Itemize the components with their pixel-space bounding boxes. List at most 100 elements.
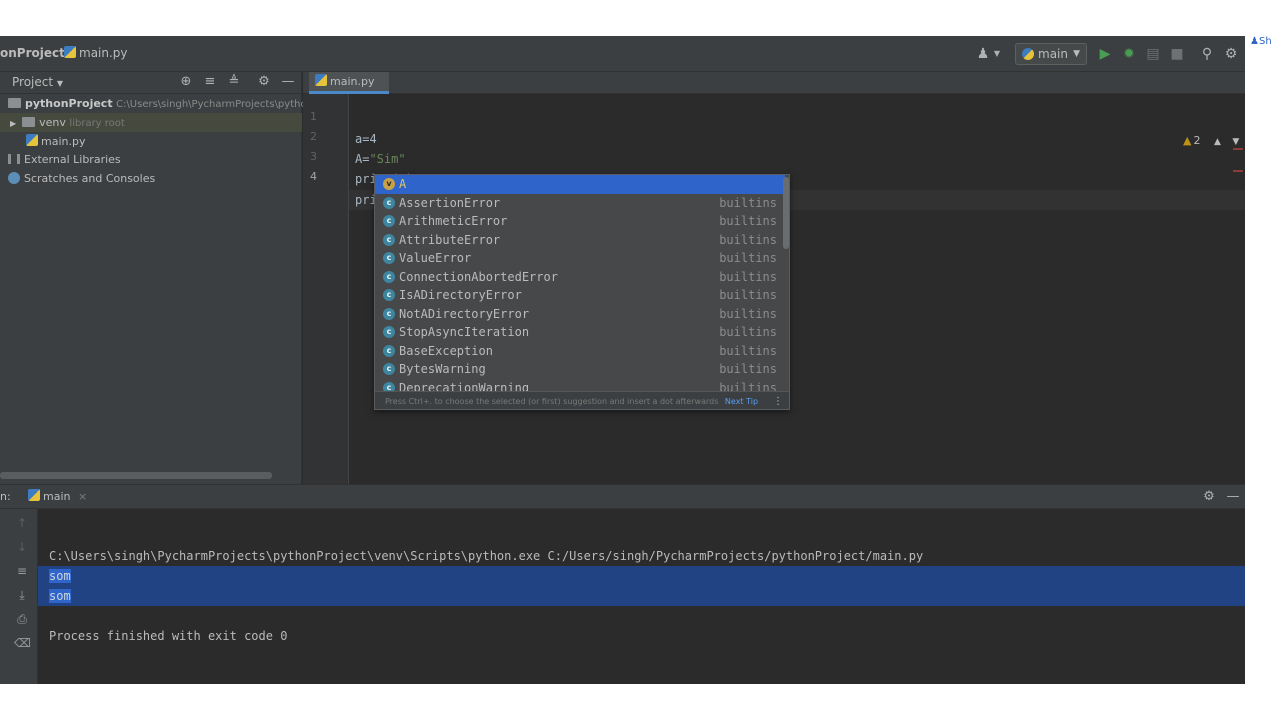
completion-item[interactable]: c ArithmeticError builtins (375, 212, 785, 231)
breadcrumb-project[interactable]: onProject (0, 46, 65, 60)
hide-panel-icon[interactable]: — (280, 74, 296, 90)
completion-scrollbar[interactable] (783, 177, 789, 249)
tree-item-path: C:\Users\singh\PycharmProjects\pythonP (116, 99, 319, 110)
soft-wrap-icon[interactable]: ≡ (14, 563, 30, 579)
run-configuration-select[interactable]: main ▼ (1015, 43, 1087, 65)
tab-label: main.py (330, 75, 375, 88)
output-text: som (49, 589, 71, 603)
completion-item-name: IsADirectoryError (399, 288, 522, 302)
completion-item[interactable]: c BytesWarning builtins (375, 360, 785, 379)
completion-item-name: ArithmeticError (399, 214, 508, 228)
share-label: Sh (1258, 36, 1272, 47)
close-icon[interactable]: × (78, 490, 87, 503)
class-icon: c (383, 233, 395, 246)
more-options-icon[interactable]: ⋮ (773, 392, 783, 409)
code-completion-popup: v Ac AssertionError builtins c ArithmeticErro… (374, 174, 790, 410)
completion-item[interactable]: c NotADirectoryError builtins (375, 305, 785, 324)
completion-item[interactable]: c ValueError builtins (375, 249, 785, 268)
expand-all-icon[interactable]: ≡ (202, 74, 218, 90)
python-file-icon (28, 489, 40, 501)
folder-icon (22, 117, 36, 127)
tree-item-main-py[interactable]: main.py (0, 132, 302, 151)
run-configuration-label: main (1038, 47, 1068, 61)
completion-item[interactable]: vA (375, 175, 785, 194)
completion-item[interactable]: c BaseException builtins (375, 342, 785, 361)
output-line[interactable]: som (49, 568, 71, 584)
editor-tab-bar: main.py (303, 72, 1245, 94)
settings-gear-icon[interactable]: ⚙ (1222, 45, 1240, 63)
locate-icon[interactable]: ⊕ (178, 74, 194, 90)
coverage-icon[interactable]: ▤ (1144, 45, 1162, 63)
hide-run-panel-icon[interactable]: — (1225, 489, 1241, 505)
run-command-line[interactable]: C:\Users\singh\PycharmProjects\pythonPro… (49, 548, 923, 564)
run-toolbar: ↑ ↓ ≡ ⤓ ⎙ ⌫ (0, 509, 38, 684)
code-line-2[interactable]: A="Sim" (355, 151, 406, 167)
line-number: 3 (310, 150, 317, 163)
user-chevron-down-icon[interactable]: ▼ (988, 45, 1006, 63)
completion-hint: Press Ctrl+. to choose the selected (or … (385, 397, 719, 406)
share-button[interactable]: ♟Sh (1250, 36, 1272, 47)
completion-item-name: A (399, 177, 407, 191)
scroll-to-end-icon[interactable]: ⤓ (14, 587, 30, 603)
code-text: a=4 (355, 132, 377, 146)
previous-highlight-icon[interactable]: ▲ (1214, 137, 1221, 147)
run-settings-gear-icon[interactable]: ⚙ (1201, 489, 1217, 505)
tree-item-external-libraries[interactable]: External Libraries (0, 150, 302, 169)
run-icon[interactable]: ▶ (1096, 45, 1114, 63)
navigation-bar: onProject main.py ♟ ▼ main ▼ ▶ ✹ ▤ ■ ⚲ ⚙ (0, 36, 1245, 72)
completion-item[interactable]: c IsADirectoryError builtins (375, 286, 785, 305)
next-tip-link[interactable]: Next Tip (725, 397, 758, 406)
stop-icon[interactable]: ■ (1168, 45, 1186, 63)
error-stripe-mark[interactable] (1233, 170, 1243, 172)
tree-item-venv[interactable]: ▶ venv library root (0, 113, 302, 132)
completion-item[interactable]: c StopAsyncIteration builtins (375, 323, 785, 342)
error-stripe-mark[interactable] (1233, 148, 1243, 150)
completion-item-name: NotADirectoryError (399, 306, 530, 321)
chevron-down-icon: ▼ (56, 79, 64, 88)
down-arrow-icon[interactable]: ↓ (14, 539, 30, 555)
tree-item-label: Scratches and Consoles (24, 172, 156, 185)
python-file-icon (64, 46, 76, 58)
code-line-1[interactable]: a=4 (355, 131, 377, 147)
variable-icon: v (383, 178, 395, 190)
class-icon: c (383, 307, 395, 320)
breadcrumb-file[interactable]: main.py (64, 46, 128, 60)
class-icon: c (383, 252, 395, 264)
class-icon: c (383, 215, 395, 227)
tree-item-hint: library root (69, 118, 125, 129)
completion-item-name: ConnectionAbortedError (399, 269, 558, 284)
search-icon[interactable]: ⚲ (1198, 45, 1216, 63)
tree-item-label: venv (39, 116, 66, 129)
completion-item[interactable]: c AssertionError builtins (375, 194, 785, 213)
line-number: 4 (310, 170, 317, 183)
tree-item-label: main.py (41, 135, 86, 148)
collapse-all-icon[interactable]: ≜ (226, 74, 242, 90)
completion-item[interactable]: c ConnectionAbortedError builtins (375, 268, 785, 287)
selected-output-row (38, 586, 1245, 606)
breadcrumb-file-label: main.py (79, 46, 128, 60)
next-highlight-icon[interactable]: ▼ (1232, 137, 1239, 147)
completion-item-type: builtins (719, 269, 777, 284)
tree-item-pythonproject[interactable]: pythonProject C:\Users\singh\PycharmProj… (0, 94, 319, 113)
project-panel: Project ▼ ⊕ ≡ ≜ ⚙ — pythonProject C:\Use… (0, 72, 319, 484)
output-line[interactable]: som (49, 588, 71, 604)
tab-main-py[interactable]: main.py (309, 72, 389, 94)
class-icon: c (383, 289, 395, 301)
run-tab-main[interactable]: main × (28, 489, 87, 503)
inspection-widget[interactable]: ▲ 2 ▲ ▼ (1183, 134, 1239, 147)
run-panel-title: n: (0, 490, 11, 503)
project-view-select[interactable]: Project ▼ (12, 75, 63, 89)
chevron-right-icon: ▶ (10, 119, 17, 128)
completion-item-name: AttributeError (399, 232, 501, 247)
tree-item-scratches[interactable]: Scratches and Consoles (0, 169, 302, 188)
exit-message[interactable]: Process finished with exit code 0 (49, 628, 287, 644)
up-arrow-icon[interactable]: ↑ (14, 515, 30, 531)
trash-icon[interactable]: ⌫ (14, 635, 31, 651)
debug-icon[interactable]: ✹ (1120, 45, 1138, 63)
print-icon[interactable]: ⎙ (14, 611, 30, 627)
panel-settings-gear-icon[interactable]: ⚙ (256, 74, 272, 90)
line-number-gutter: 1 2 3 4 (303, 94, 349, 484)
horizontal-scrollbar[interactable] (0, 472, 272, 479)
completion-footer: Press Ctrl+. to choose the selected (or … (375, 391, 789, 409)
completion-item[interactable]: c AttributeError builtins (375, 231, 785, 250)
